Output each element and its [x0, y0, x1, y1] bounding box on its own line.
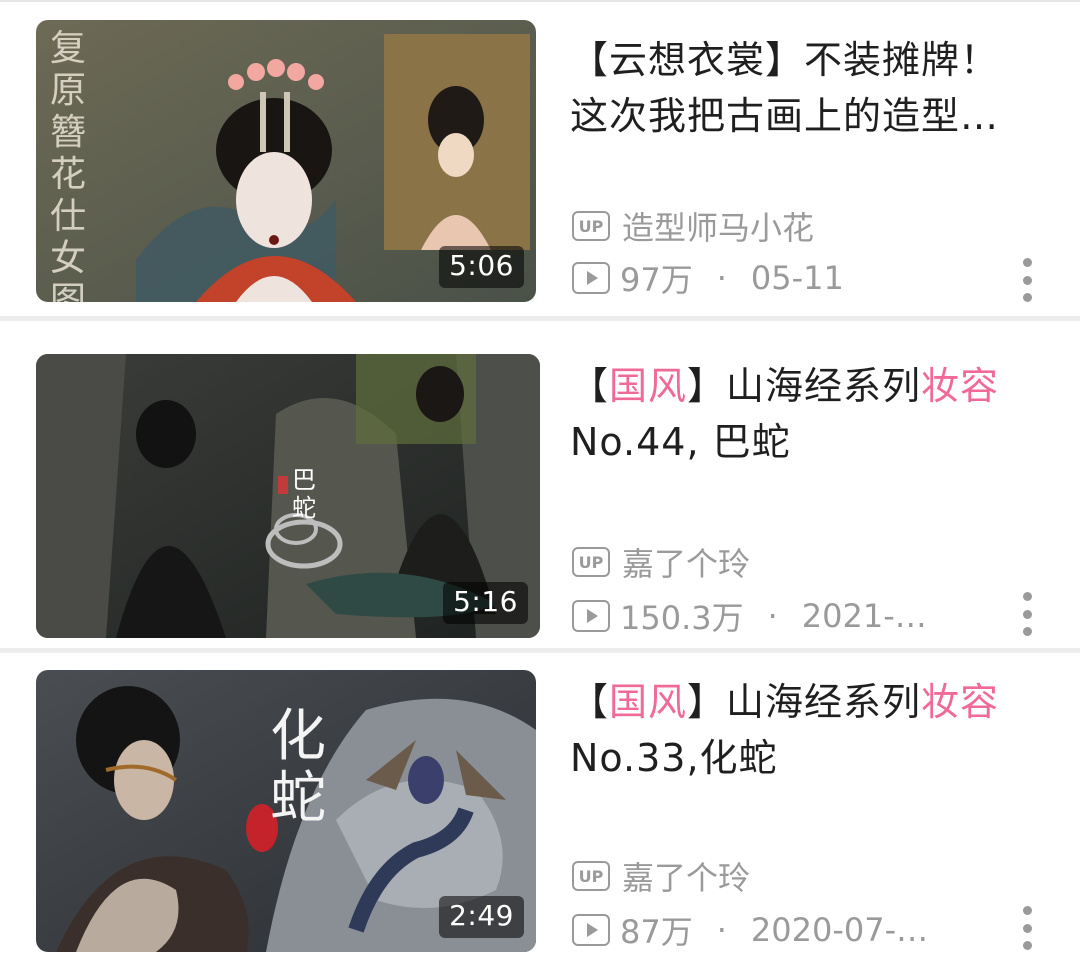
- tag-highlight: 妆容: [921, 364, 1000, 408]
- card-divider: [0, 648, 1080, 653]
- uploader-name: 嘉了个玲: [622, 545, 751, 583]
- uploader-name: 嘉了个玲: [622, 859, 751, 897]
- video-title-line-2: No.44, 巴蛇: [570, 420, 791, 464]
- video-card[interactable]: 复原簪花仕女图 5:06 【云想衣裳】不装摊牌！ 这次我把古画上的造型… UP …: [0, 20, 1080, 302]
- video-title-line-1: 【国风】山海经系列妆容: [570, 680, 1000, 724]
- view-count: 150.3万: [620, 599, 744, 637]
- up-badge-icon: UP: [572, 547, 610, 577]
- video-duration: 2:49: [439, 896, 524, 938]
- separator: ·: [767, 597, 778, 635]
- video-title[interactable]: 【云想衣裳】不装摊牌！ 这次我把古画上的造型…: [570, 32, 1056, 144]
- play-count-icon: [572, 262, 610, 294]
- play-count-icon: [572, 914, 610, 946]
- view-count: 97万: [620, 261, 693, 299]
- play-count-icon: [572, 600, 610, 632]
- video-thumbnail[interactable]: 复原簪花仕女图 5:06: [36, 20, 536, 302]
- publish-date: 2020-07-…: [750, 911, 929, 949]
- video-card[interactable]: 巴蛇 5:16 【国风】山海经系列妆容 No.44, 巴蛇 UP 嘉了个玲 15…: [0, 354, 1080, 638]
- more-options-icon[interactable]: [1020, 258, 1034, 302]
- video-title-line-2: No.33,化蛇: [570, 736, 778, 780]
- publish-date: 2021-…: [801, 597, 927, 635]
- uploader-row[interactable]: UP 造型师马小花: [572, 206, 815, 247]
- video-card[interactable]: 化蛇 2:49 【国风】山海经系列妆容 No.33,化蛇 UP 嘉了个玲 87万…: [0, 670, 1080, 952]
- more-options-icon[interactable]: [1020, 592, 1034, 636]
- thumbnail-calligraphy: 化蛇: [270, 704, 326, 831]
- video-title[interactable]: 【国风】山海经系列妆容 No.44, 巴蛇: [570, 358, 1056, 470]
- card-divider: [0, 316, 1080, 321]
- video-thumbnail[interactable]: 化蛇 2:49: [36, 670, 536, 952]
- separator: ·: [716, 911, 727, 949]
- video-title-line: 这次我把古画上的造型…: [570, 94, 1000, 138]
- thumbnail-calligraphy: 复原簪花仕女图: [49, 28, 86, 302]
- video-thumbnail[interactable]: 巴蛇 5:16: [36, 354, 540, 638]
- stats-row: 97万 · 05-11: [572, 258, 844, 299]
- separator: ·: [716, 259, 727, 297]
- tag-highlight: 国风: [609, 680, 688, 724]
- video-title[interactable]: 【国风】山海经系列妆容 No.33,化蛇: [570, 674, 1056, 786]
- video-duration: 5:16: [443, 582, 528, 624]
- thumbnail-calligraphy: 巴蛇: [292, 466, 316, 522]
- uploader-row[interactable]: UP 嘉了个玲: [572, 856, 751, 897]
- video-duration: 5:06: [439, 246, 524, 288]
- more-options-icon[interactable]: [1020, 906, 1034, 950]
- up-badge-icon: UP: [572, 211, 610, 241]
- uploader-row[interactable]: UP 嘉了个玲: [572, 542, 751, 583]
- stats-row: 150.3万 · 2021-…: [572, 596, 927, 637]
- video-list: 复原簪花仕女图 5:06 【云想衣裳】不装摊牌！ 这次我把古画上的造型… UP …: [0, 0, 1080, 961]
- uploader-name: 造型师马小花: [622, 209, 815, 247]
- up-badge-icon: UP: [572, 861, 610, 891]
- publish-date: 05-11: [750, 259, 844, 297]
- view-count: 87万: [620, 913, 693, 951]
- video-title-line: 【云想衣裳】不装摊牌！: [570, 38, 1000, 82]
- top-divider: [0, 0, 1080, 2]
- tag-highlight: 国风: [609, 364, 688, 408]
- video-title-line-1: 【国风】山海经系列妆容: [570, 364, 1000, 408]
- tag-highlight: 妆容: [921, 680, 1000, 724]
- stats-row: 87万 · 2020-07-…: [572, 910, 929, 951]
